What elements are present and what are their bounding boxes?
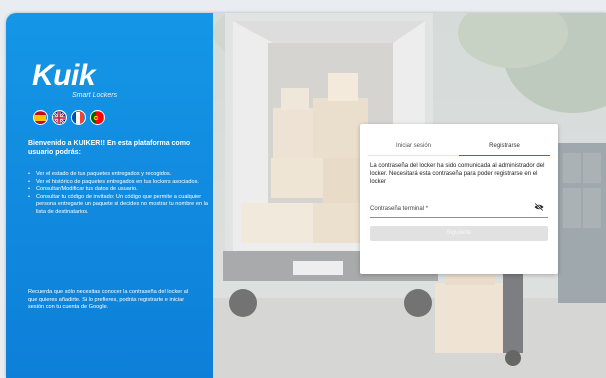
next-button[interactable]: Siguiente: [370, 226, 548, 241]
info-sidebar: Kuik Smart Lockers Bienvenido a KUIKER!!…: [6, 13, 213, 378]
feature-item: Consultar tu código de invitado: Un códi…: [28, 194, 208, 217]
password-field-label: Contraseña terminal *: [370, 206, 429, 212]
brand-tagline: Smart Lockers: [72, 92, 118, 99]
register-card: Iniciar sesión Registrarse La contraseña…: [360, 124, 558, 274]
welcome-heading: Bienvenido a KUIKER!! En esta plataforma…: [28, 140, 191, 156]
features-list: Ver el estado de tus paquetes entregados…: [28, 171, 208, 217]
es-flag-icon[interactable]: [33, 110, 48, 125]
eye-off-icon[interactable]: [534, 203, 544, 211]
password-field[interactable]: [370, 217, 548, 218]
uk-flag-icon[interactable]: [52, 110, 67, 125]
app-frame: Kuik Smart Lockers Bienvenido a KUIKER!!…: [6, 13, 606, 378]
fr-flag-icon[interactable]: [71, 110, 86, 125]
kuik-logo: Kuik Smart Lockers: [32, 59, 182, 109]
brand-name: Kuik: [32, 59, 96, 92]
feature-item: Ver el estado de tus paquetes entregados…: [28, 171, 208, 179]
tab-register[interactable]: Registrarse: [459, 141, 550, 155]
auth-tabs: Iniciar sesión Registrarse: [368, 141, 550, 156]
info-note: Recuerda que sólo necesitas conocer la c…: [28, 289, 189, 311]
feature-item: Consultar/Modificar tus datos de usuario…: [28, 186, 208, 194]
feature-item: Ver el histórico de paquetes entregados …: [28, 179, 208, 187]
tab-login[interactable]: Iniciar sesión: [368, 141, 459, 155]
active-tab-indicator: [459, 154, 550, 156]
language-selector: [33, 110, 105, 125]
pt-flag-icon[interactable]: [90, 110, 105, 125]
register-message: La contraseña del locker ha sido comunic…: [370, 163, 545, 185]
